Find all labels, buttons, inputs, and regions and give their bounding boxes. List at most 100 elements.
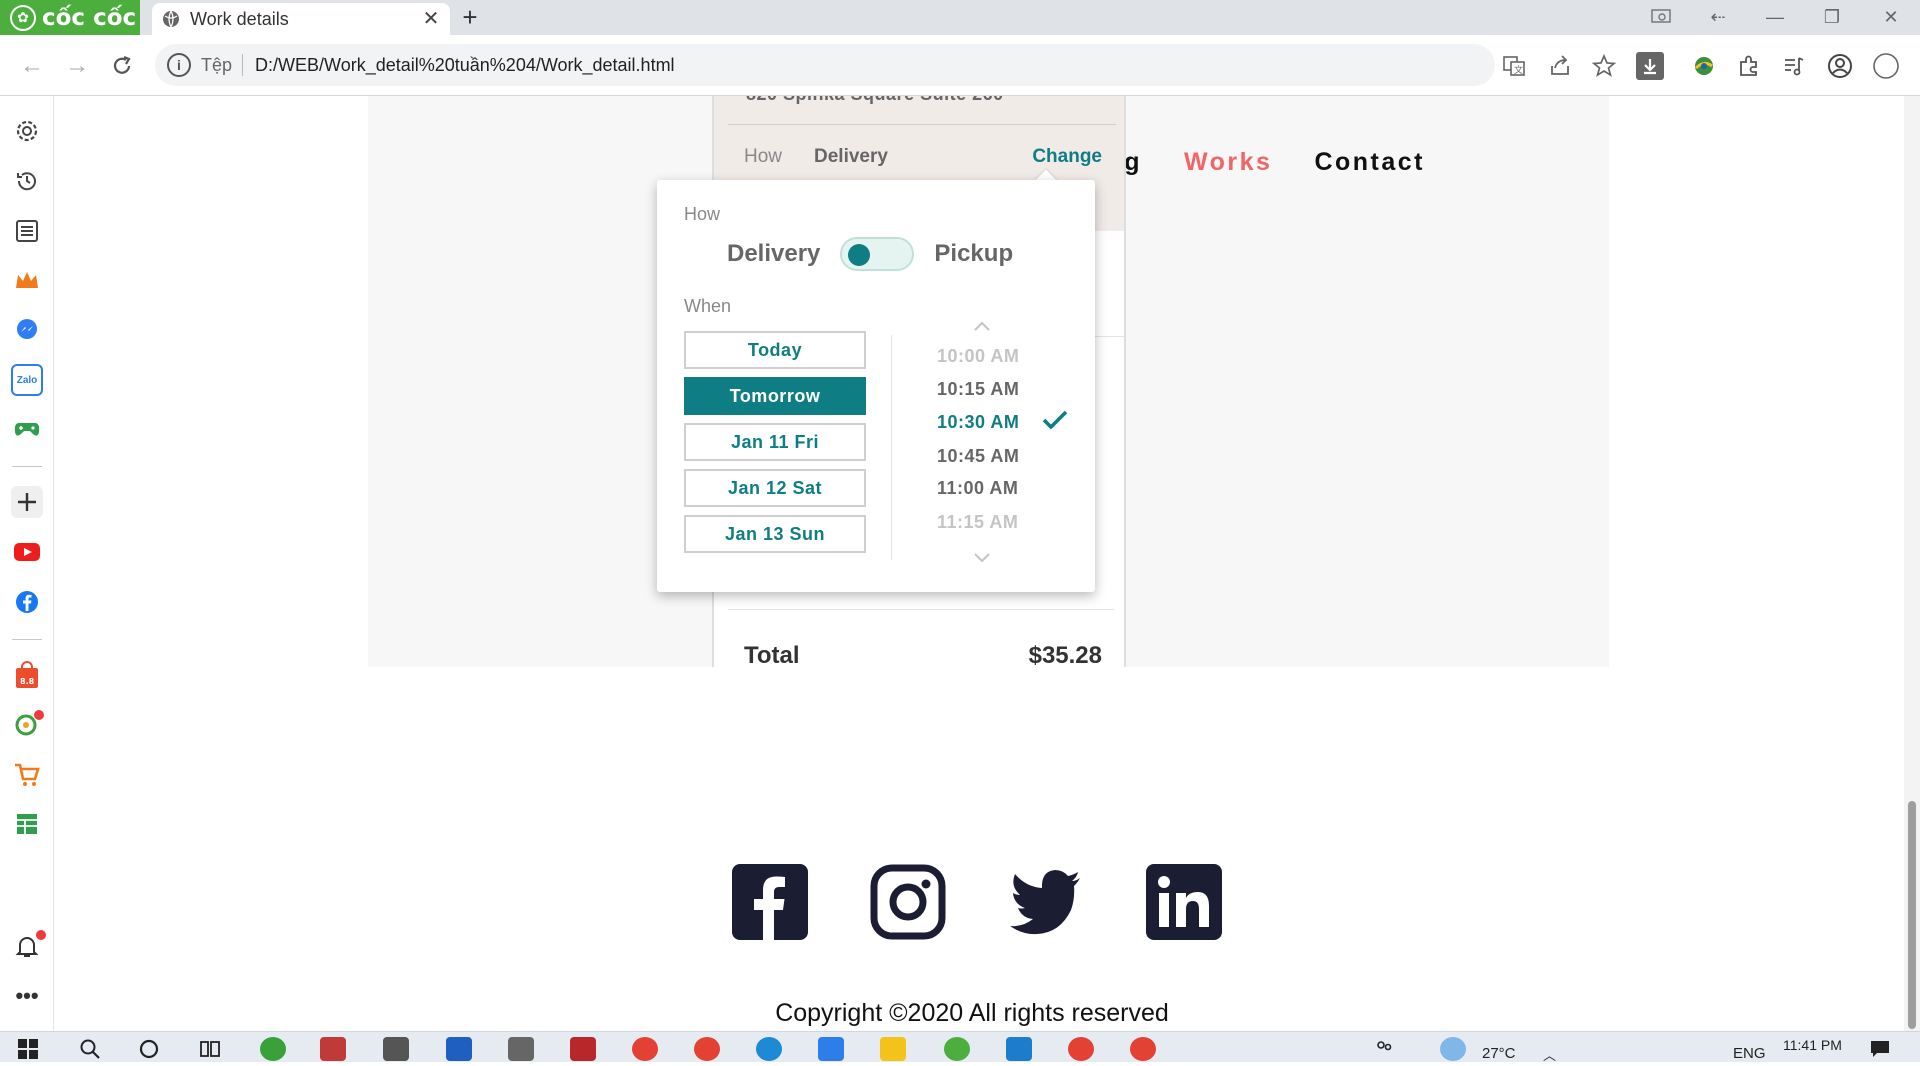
restore-button[interactable]: ❐: [1815, 4, 1849, 30]
total-value: $35.28: [1028, 642, 1102, 669]
vscode-icon[interactable]: [1006, 1037, 1032, 1061]
back-button[interactable]: ←: [15, 49, 49, 83]
taskbar-app-icon[interactable]: [320, 1037, 346, 1061]
bookmark-star-icon[interactable]: [1590, 52, 1618, 80]
youtube-icon[interactable]: [11, 536, 43, 568]
gamepad-icon[interactable]: [11, 413, 43, 445]
omnibox-separator: [242, 54, 244, 76]
checkmark-icon: [1041, 409, 1069, 436]
coccoc-taskbar-icon[interactable]: [944, 1037, 970, 1061]
page-scrollbar[interactable]: [1904, 96, 1920, 1031]
address-bar[interactable]: i Tệp D:/WEB/Work_detail%20tuần%204/Work…: [155, 44, 1495, 86]
facebook-icon[interactable]: [732, 864, 808, 940]
zalo-taskbar-icon[interactable]: [818, 1037, 844, 1061]
time-option[interactable]: 11:00 AM: [937, 478, 1018, 499]
tray-arrow-icon[interactable]: ︿: [1543, 1045, 1556, 1064]
cortana-icon[interactable]: [137, 1037, 163, 1061]
forward-button[interactable]: →: [60, 49, 94, 83]
facebook-sidebar-icon[interactable]: [11, 586, 43, 618]
shopping-bag-icon[interactable]: 8.8: [11, 659, 43, 691]
time-scroll-down-icon[interactable]: [973, 550, 991, 568]
file-explorer-icon[interactable]: [880, 1037, 906, 1061]
chrome-icon[interactable]: [694, 1037, 720, 1061]
zalo-icon[interactable]: Zalo: [11, 364, 43, 396]
browser-brand[interactable]: ✿ cốc cốc: [0, 0, 140, 35]
close-window-button[interactable]: ✕: [1874, 4, 1908, 30]
twitter-icon[interactable]: [1008, 864, 1084, 940]
time-option-selected[interactable]: 10:30 AM: [937, 412, 1019, 433]
extension-idm-icon[interactable]: [1690, 52, 1718, 80]
mail-icon[interactable]: [383, 1037, 409, 1061]
day-button-tomorrow[interactable]: Tomorrow: [684, 377, 866, 415]
account-circle-icon[interactable]: [1872, 52, 1900, 80]
access-icon[interactable]: [570, 1037, 596, 1061]
card-divider: [728, 609, 1114, 610]
time-option[interactable]: 10:00 AM: [937, 346, 1019, 367]
time-option[interactable]: 10:15 AM: [937, 379, 1019, 400]
card-divider: [728, 124, 1116, 125]
chrome-icon[interactable]: [1068, 1037, 1094, 1061]
delivery-pickup-toggle-row: Delivery Pickup: [727, 237, 1013, 271]
delivery-option-label[interactable]: Delivery: [727, 240, 820, 268]
delivery-pickup-toggle[interactable]: [840, 237, 915, 271]
crown-games-icon[interactable]: [11, 265, 43, 297]
edge-icon[interactable]: [756, 1037, 782, 1061]
translate-icon[interactable]: 文: [1500, 52, 1528, 80]
action-center-icon[interactable]: [1868, 1037, 1894, 1061]
chrome-icon[interactable]: [1130, 1037, 1156, 1061]
language-indicator[interactable]: ENG: [1733, 1045, 1766, 1062]
add-app-icon[interactable]: [11, 486, 43, 518]
reading-list-icon[interactable]: [11, 215, 43, 247]
new-tab-button[interactable]: +: [456, 2, 484, 32]
media-playlist-icon[interactable]: [1780, 52, 1808, 80]
nav-works[interactable]: Works: [1184, 148, 1272, 177]
messenger-icon[interactable]: [11, 314, 43, 346]
taskbar-app-icon[interactable]: [260, 1037, 286, 1061]
pickup-option-label[interactable]: Pickup: [934, 240, 1013, 268]
day-button-jan-12[interactable]: Jan 12 Sat: [684, 469, 866, 507]
more-options-icon[interactable]: •••: [11, 980, 43, 1012]
share-icon[interactable]: [1546, 52, 1574, 80]
minimize-button[interactable]: —: [1758, 4, 1792, 30]
shopping-cart-icon[interactable]: [11, 758, 43, 790]
clock-time[interactable]: 11:41 PM: [1783, 1037, 1842, 1053]
copyright-text: Copyright ©2020 All rights reserved: [775, 999, 1169, 1027]
browser-tab-active[interactable]: Work details ✕: [152, 3, 450, 35]
day-button-today[interactable]: Today: [684, 331, 866, 369]
day-button-jan-13[interactable]: Jan 13 Sun: [684, 515, 866, 553]
tab-close-icon[interactable]: ✕: [420, 7, 442, 30]
profile-avatar-icon[interactable]: [1826, 52, 1854, 80]
time-scroll-up-icon[interactable]: [973, 318, 991, 336]
download-icon[interactable]: [1636, 52, 1664, 80]
url-text: D:/WEB/Work_detail%20tuần%204/Work_detai…: [255, 54, 675, 75]
time-option[interactable]: 10:45 AM: [937, 446, 1019, 467]
task-view-icon[interactable]: [198, 1037, 224, 1061]
change-link[interactable]: Change: [1032, 146, 1102, 168]
instagram-icon[interactable]: [870, 864, 946, 940]
nav-contact[interactable]: Contact: [1314, 148, 1425, 177]
day-button-jan-11[interactable]: Jan 11 Fri: [684, 423, 866, 461]
extensions-puzzle-icon[interactable]: [1735, 52, 1763, 80]
total-label: Total: [744, 642, 800, 669]
back-history-icon[interactable]: ⇠: [1701, 4, 1735, 30]
people-icon[interactable]: [1372, 1037, 1398, 1061]
taskbar-app-icon[interactable]: [508, 1037, 534, 1061]
settings-gear-icon[interactable]: [11, 115, 43, 147]
spreadsheet-icon[interactable]: [11, 808, 43, 840]
brand-name: cốc cốc: [42, 4, 137, 31]
weather-icon[interactable]: [1440, 1037, 1466, 1061]
how-row: How Delivery Change: [744, 146, 1102, 168]
svg-text:8.8: 8.8: [20, 677, 35, 686]
time-option[interactable]: 11:15 AM: [937, 512, 1018, 533]
site-info-icon[interactable]: i: [167, 53, 191, 77]
search-icon[interactable]: [78, 1037, 104, 1061]
chrome-icon[interactable]: [632, 1037, 658, 1061]
reload-button[interactable]: [105, 49, 139, 83]
dell-icon[interactable]: [446, 1037, 472, 1061]
windows-start-icon[interactable]: [16, 1037, 42, 1061]
linkedin-icon[interactable]: [1146, 864, 1222, 940]
windows-taskbar: 27°C ︿ ENG 11:41 PM: [0, 1031, 1920, 1064]
cast-icon[interactable]: [1644, 4, 1678, 30]
history-icon[interactable]: [11, 165, 43, 197]
scrollbar-thumb[interactable]: [1908, 801, 1916, 1029]
